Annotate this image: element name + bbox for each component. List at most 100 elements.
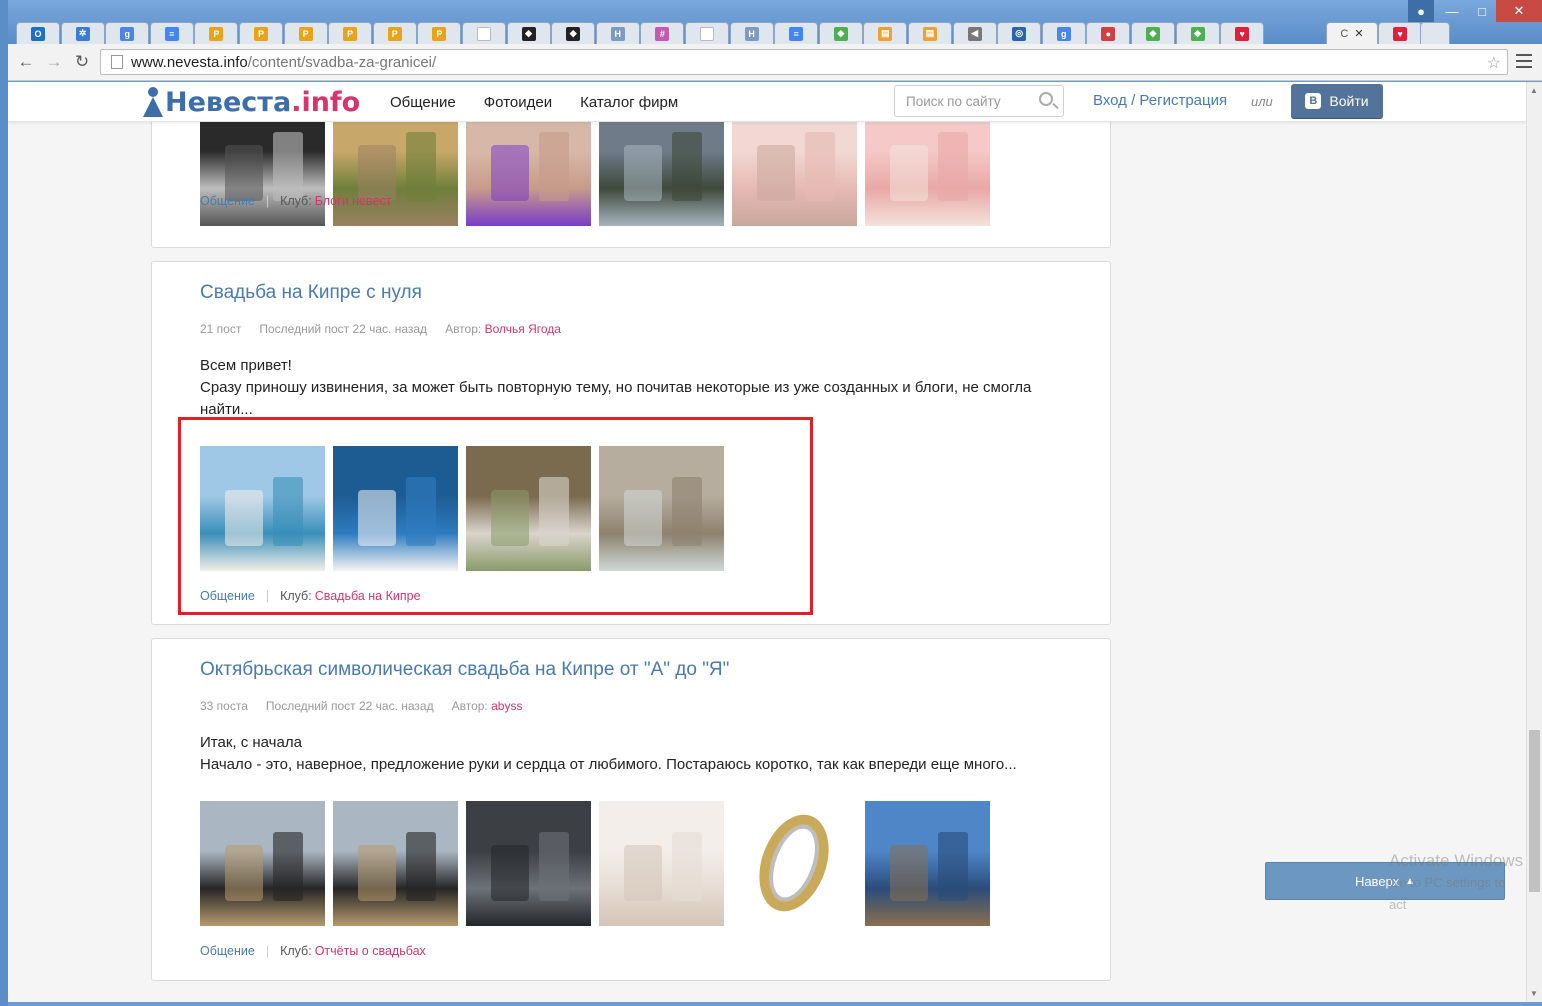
watermark-line: Go to PC settings to act — [1389, 875, 1506, 912]
club-link[interactable]: Свадьба на Кипре — [315, 589, 421, 603]
puzzle-icon: ✲ — [75, 26, 90, 41]
club-link[interactable]: Отчёты о свадьбах — [315, 944, 426, 958]
post-card: Октябрьская символическая свадьба на Кип… — [151, 638, 1111, 981]
mariachi-photo-2[interactable] — [333, 801, 458, 926]
browser-tab[interactable]: # — [640, 22, 685, 44]
chrome-menu-icon[interactable] — [1516, 54, 1532, 68]
heart-icon: ♥ — [1393, 26, 1407, 41]
browser-tab[interactable]: g — [1041, 22, 1086, 44]
address-bar[interactable]: www.nevesta.info/content/svadba-za-grani… — [100, 49, 1508, 75]
category-link[interactable]: Общение — [200, 194, 255, 208]
browser-tab[interactable] — [685, 22, 729, 44]
docs-icon: ≡ — [164, 26, 179, 41]
browser-tab[interactable]: P — [372, 22, 417, 44]
browser-tab[interactable]: ◆ — [1175, 22, 1220, 44]
footer-divider: | — [265, 194, 270, 208]
browser-tab[interactable]: P — [417, 22, 462, 44]
nav-item-fotoidei[interactable]: Фотоидеи — [484, 94, 552, 111]
club-label: Клуб: — [280, 194, 312, 208]
address-host: www.nevesta.info — [131, 53, 248, 71]
white-canopy-sea-photo[interactable] — [333, 446, 458, 571]
browser-tab[interactable]: H — [595, 22, 640, 44]
new-tab-button[interactable] — [1420, 22, 1450, 44]
browser-tab[interactable]: ◆ — [551, 22, 596, 44]
minimize-button[interactable]: — — [1438, 0, 1466, 22]
close-window-button[interactable]: ✕ — [1496, 0, 1542, 22]
bride-logo-icon — [143, 87, 163, 117]
scroll-down-arrow-icon[interactable]: ▼ — [1530, 989, 1538, 998]
street-people-photo[interactable] — [466, 801, 591, 926]
author-label: Автор: — [451, 699, 488, 713]
browser-tab[interactable]: H — [729, 22, 774, 44]
or-label: или — [1251, 94, 1273, 109]
category-link[interactable]: Общение — [200, 944, 255, 958]
post-excerpt: Итак, с начала Начало - это, наверное, п… — [200, 732, 1080, 776]
wedding-ring-photo[interactable] — [732, 801, 857, 926]
mariachi-photo[interactable] — [200, 801, 325, 926]
search-input[interactable]: Поиск по сайту — [894, 85, 1064, 117]
browser-tab[interactable]: P — [194, 22, 239, 44]
pergola-chairs-photo[interactable] — [466, 446, 591, 571]
vk-login-button[interactable]: B Войти — [1291, 84, 1383, 118]
footer-divider: | — [265, 944, 270, 958]
pma-icon: P — [387, 26, 402, 41]
maximize-button[interactable]: □ — [1468, 0, 1496, 22]
site-logo[interactable]: Невеста .info — [143, 86, 360, 118]
post-count: 33 поста — [200, 699, 248, 713]
diamond-icon: ◆ — [521, 26, 536, 41]
browser-tab-active[interactable]: С ✕ — [1326, 22, 1378, 44]
club-label: Клуб: — [280, 944, 312, 958]
excerpt-line: Начало - это, наверное, предложение руки… — [200, 756, 1017, 773]
browser-tab[interactable]: g — [105, 22, 150, 44]
beach-arch-photo[interactable] — [200, 446, 325, 571]
google-icon: g — [120, 26, 135, 41]
browser-tab[interactable]: ◆ — [818, 22, 863, 44]
page-scrollbar[interactable]: ▲ ▼ — [1526, 82, 1542, 1002]
browser-tab[interactable]: ≡ — [149, 22, 194, 44]
scroll-up-arrow-icon[interactable]: ▲ — [1530, 86, 1538, 95]
browser-tab[interactable]: ♥ — [1220, 22, 1265, 44]
browser-tab[interactable]: ♥ — [1378, 22, 1422, 44]
browser-tab[interactable]: ◆ — [506, 22, 551, 44]
close-tab-icon[interactable]: ✕ — [1354, 27, 1363, 40]
author-link[interactable]: Волчья Ягода — [485, 322, 561, 336]
active-tab-label: С — [1340, 27, 1349, 40]
category-link[interactable]: Общение — [200, 589, 255, 603]
forward-arrow-icon[interactable]: → — [44, 52, 64, 72]
post-count: 21 пост — [200, 322, 242, 336]
post-title[interactable]: Свадьба на Кипре с нуля — [200, 282, 422, 304]
scrollbar-thumb[interactable] — [1529, 730, 1540, 892]
bookmark-star-icon[interactable]: ☆ — [1487, 53, 1501, 73]
bride-dress-photo[interactable] — [599, 801, 724, 926]
browser-tab[interactable]: ✲ — [60, 22, 105, 44]
club-link[interactable]: Блоги невест — [315, 194, 392, 208]
user-profile-icon[interactable]: ● — [1408, 0, 1434, 22]
login-register-link[interactable]: Вход / Регистрация — [1093, 92, 1227, 109]
browser-tab[interactable]: ▤ — [863, 22, 908, 44]
browser-tab[interactable]: P — [328, 22, 373, 44]
reload-icon[interactable]: ↻ — [72, 52, 92, 72]
browser-tab[interactable]: ● — [1086, 22, 1131, 44]
browser-tab[interactable] — [462, 22, 506, 44]
browser-tab[interactable]: ◀ — [952, 22, 997, 44]
browser-tab[interactable]: P — [239, 22, 283, 44]
coast-rocks-photo[interactable] — [865, 801, 990, 926]
author-link[interactable]: abyss — [491, 699, 522, 713]
nav-item-katalog[interactable]: Каталог фирм — [580, 94, 678, 111]
browser-tab[interactable]: ◆ — [1131, 22, 1175, 44]
nav-item-obshchenie[interactable]: Общение — [390, 94, 456, 111]
back-arrow-icon[interactable]: ← — [16, 52, 36, 72]
browser-tab[interactable]: O — [16, 22, 60, 44]
post-title[interactable]: Октябрьская символическая свадьба на Кип… — [200, 659, 729, 681]
browser-tab[interactable]: ▤ — [908, 22, 952, 44]
excerpt-line: Итак, с начала — [200, 734, 302, 751]
people-icon: ● — [1101, 26, 1116, 41]
post-card: Свадьба на Кипре с нуля 21 пост Последни… — [151, 261, 1111, 625]
search-icon[interactable] — [1039, 92, 1053, 106]
browser-tab[interactable]: ◎ — [997, 22, 1042, 44]
stone-terrace-photo[interactable] — [599, 446, 724, 571]
logo-suffix-text: .info — [291, 86, 361, 118]
browser-tab[interactable]: P — [283, 22, 328, 44]
post-thumbnails — [200, 801, 990, 926]
browser-tab[interactable]: ≡ — [774, 22, 819, 44]
